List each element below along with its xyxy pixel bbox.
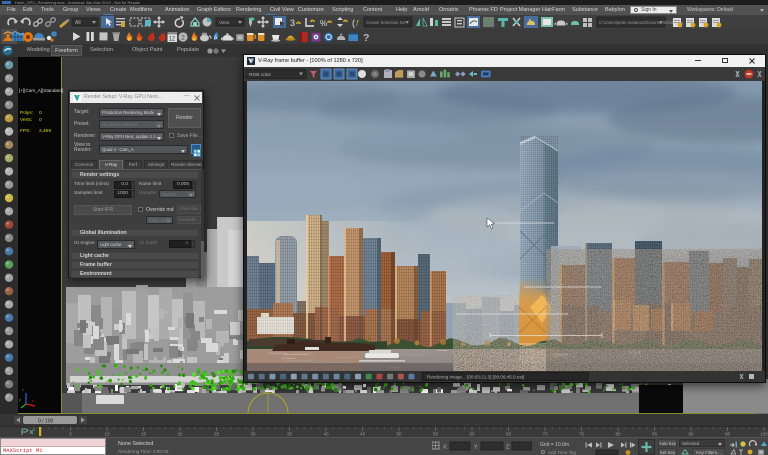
svg-text:A: A xyxy=(214,35,218,41)
svg-text:50: 50 xyxy=(396,432,402,437)
svg-text:5: 5 xyxy=(69,432,72,437)
svg-text:%: % xyxy=(320,19,327,28)
svg-text:12: 12 xyxy=(169,37,176,43)
svg-text:85: 85 xyxy=(652,432,658,437)
svg-text:70: 70 xyxy=(542,432,548,437)
svg-text:75: 75 xyxy=(579,432,585,437)
svg-text:20: 20 xyxy=(177,432,183,437)
svg-text:45: 45 xyxy=(360,432,366,437)
svg-text:10: 10 xyxy=(104,432,110,437)
svg-text:0: 0 xyxy=(39,117,42,123)
svg-text:90: 90 xyxy=(688,432,694,437)
svg-text:35: 35 xyxy=(287,432,293,437)
svg-text:Polys:: Polys: xyxy=(20,110,33,116)
svg-text:60: 60 xyxy=(469,432,475,437)
svg-text:(: ( xyxy=(352,18,355,28)
svg-text:[+][Cam_A][Standard]: [+][Cam_A][Standard] xyxy=(19,88,63,93)
svg-text:30: 30 xyxy=(250,432,256,437)
svg-text:Y:: Y: xyxy=(474,444,478,450)
svg-text:100: 100 xyxy=(760,432,768,437)
svg-text:25: 25 xyxy=(214,432,220,437)
svg-text:40: 40 xyxy=(323,432,329,437)
svg-text:2,469: 2,469 xyxy=(39,128,51,134)
svg-text:Verts:: Verts: xyxy=(20,117,32,123)
svg-text:View: View xyxy=(219,20,230,26)
svg-text:Create Selection Se: Create Selection Se xyxy=(366,20,406,25)
svg-text:80: 80 xyxy=(615,432,621,437)
svg-text:Z:: Z: xyxy=(506,444,510,450)
svg-text:65: 65 xyxy=(506,432,512,437)
svg-text:0: 0 xyxy=(39,110,42,116)
svg-text:z: z xyxy=(22,387,24,392)
svg-text:Rendering image... [00:03:21: Rendering image... [00:03:21.3] [00:06:4… xyxy=(427,375,524,380)
svg-text:y: y xyxy=(19,397,21,402)
svg-text:C:\Users\peter.matanov\Documen: C:\Users\peter.matanov\Documents\3dsMax xyxy=(599,20,684,25)
svg-text:X:: X: xyxy=(443,444,448,450)
svg-text:0 / 100: 0 / 100 xyxy=(38,418,54,424)
svg-text:55: 55 xyxy=(433,432,439,437)
svg-text:95: 95 xyxy=(725,432,731,437)
svg-text:RGB color: RGB color xyxy=(249,72,272,78)
svg-text:FPS:: FPS: xyxy=(20,128,31,134)
svg-text:x: x xyxy=(32,398,34,403)
svg-text:2: 2 xyxy=(181,35,185,42)
svg-text:?: ? xyxy=(363,32,369,44)
svg-text:3: 3 xyxy=(290,18,295,28)
svg-text:All: All xyxy=(75,20,81,26)
svg-text:15: 15 xyxy=(141,432,147,437)
